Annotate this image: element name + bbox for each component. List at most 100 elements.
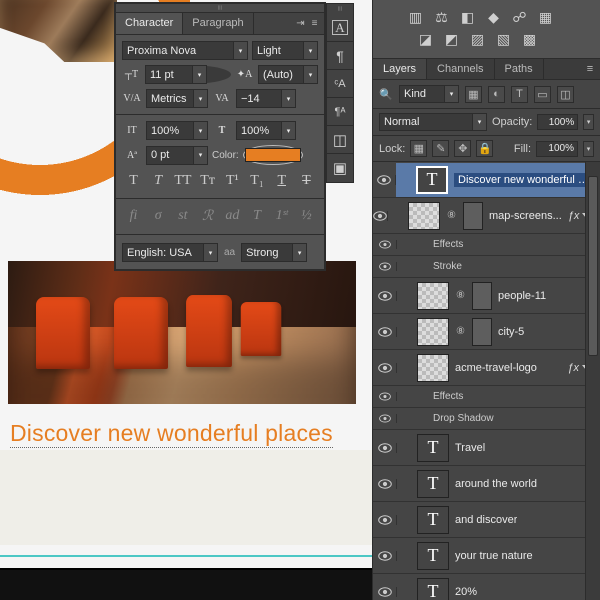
allcaps-btn[interactable]: TT [173,173,192,189]
effects-header[interactable]: Effects [373,386,600,408]
layer-name[interactable]: city-5 [498,326,524,338]
headline-text[interactable]: Discover new wonderful places [10,420,333,448]
ligatures-btn[interactable]: fi [124,208,143,225]
adjustments-icon[interactable]: ▦ [537,9,554,25]
titling-btn[interactable]: ad [223,208,242,225]
tab-paths[interactable]: Paths [495,59,544,79]
bold-btn[interactable]: T [124,173,143,189]
filter-pixel-icon[interactable]: ▦ [465,86,482,103]
strip-drag-handle[interactable] [327,4,353,14]
lock-all-icon[interactable]: 🔒 [476,140,493,157]
panel-drag-handle[interactable] [116,4,324,13]
superscript-btn[interactable]: T¹ [223,173,242,189]
layer-name[interactable]: Discover new wonderful pla... [454,173,594,187]
underline-btn[interactable]: T [272,173,291,189]
opacity-caret[interactable] [583,114,594,130]
layer-item[interactable]: Taround the world [373,466,600,502]
layer-item[interactable]: ⑧ map-screens... ƒx [373,198,600,234]
mask-thumb [472,318,492,346]
brush-icon[interactable]: ◪ [417,31,434,47]
link-icon: ⑧ [455,290,466,301]
strike-btn[interactable]: T [297,173,316,189]
antialias-select[interactable]: Strong [241,243,307,262]
libraries-icon[interactable]: ☍ [511,9,528,25]
font-size-select[interactable]: 11 pt [145,65,207,84]
ordinals-btn[interactable]: T [248,208,267,225]
tab-character[interactable]: Character [116,13,183,34]
layer-item[interactable]: T Discover new wonderful pla... [373,162,600,198]
layer-thumb [417,354,449,382]
swatches-icon[interactable]: ◆ [485,9,502,25]
paths-icon[interactable]: ▧ [495,31,512,47]
tracking-select[interactable]: −14 [236,89,296,108]
para-styles-panel-icon[interactable]: ◫ [327,126,353,154]
panel-menu-icon[interactable]: ≡ [309,18,320,29]
subscript-btn[interactable]: T₁ [248,173,267,189]
layer-item[interactable]: Tand discover [373,502,600,538]
info-icon[interactable]: ⚖ [433,9,450,25]
character-panel-icon[interactable]: A [327,14,353,42]
channels-icon[interactable]: ▨ [469,31,486,47]
aa-icon: aa [224,247,235,258]
link-icon: ⑧ [446,210,457,221]
italic-btn[interactable]: T [149,173,168,189]
half-btn[interactable]: ½ [297,208,316,225]
kerning-select[interactable]: Metrics [146,89,208,108]
panel-collapse-icon[interactable]: ⇥ [295,18,306,29]
tab-layers[interactable]: Layers [373,59,427,79]
wrap-panel-icon[interactable]: ▣ [327,154,353,182]
swash-btn[interactable]: st [173,208,192,225]
layer-item[interactable]: ⑧ city-5 [373,314,600,350]
char-styles-panel-icon[interactable]: ¶ᴬ [327,98,353,126]
language-select[interactable]: English: USA [122,243,218,262]
lock-position-icon[interactable]: ✎ [432,140,449,157]
histogram-icon[interactable]: ▥ [407,9,424,25]
filter-smart-icon[interactable]: ◫ [557,86,574,103]
text-color-swatch[interactable] [245,148,301,162]
paragraph-panel-icon[interactable]: ¶ [327,42,353,70]
filter-type-icon[interactable]: T [511,86,528,103]
visibility-toggle[interactable] [373,175,396,185]
contextual-btn[interactable]: σ [149,208,168,225]
filter-shape-icon[interactable]: ▭ [534,86,551,103]
leading-select[interactable]: (Auto) [258,65,318,84]
layer-name[interactable]: people-11 [498,290,546,302]
properties-icon[interactable]: ▩ [521,31,538,47]
filter-kind-select[interactable]: Kind [399,85,459,103]
glyphs-panel-icon[interactable]: ᶜA [327,70,353,98]
fill-caret[interactable] [583,141,594,157]
font-style-select[interactable]: Light [252,41,318,60]
font-family-select[interactable]: Proxima Nova [122,41,248,60]
fractions-btn[interactable]: 1ˢᵗ [272,208,291,225]
layer-item[interactable]: acme-travel-logo ƒx [373,350,600,386]
layer-item[interactable]: TTravel [373,430,600,466]
layers-panel-menu-icon[interactable]: ≡ [580,59,600,79]
filter-search-icon[interactable]: 🔍 [379,88,393,101]
smallcaps-btn[interactable]: Tᴛ [198,173,217,189]
tab-paragraph[interactable]: Paragraph [183,13,253,34]
filter-adjust-icon[interactable]: ◐ [488,86,505,103]
layer-name[interactable]: acme-travel-logo [455,362,537,374]
layer-item[interactable]: T20% [373,574,600,600]
effects-header[interactable]: Effects [373,234,600,256]
hscale-field[interactable]: 100% [236,121,296,140]
tab-channels[interactable]: Channels [427,59,494,79]
lock-pixels-icon[interactable]: ▦ [410,140,427,157]
font-size-icon: ┬T [122,66,141,84]
vscale-field[interactable]: 100% [146,121,208,140]
layer-name[interactable]: map-screens... [489,210,562,222]
styles-icon[interactable]: ◩ [443,31,460,47]
visibility-toggle[interactable] [373,211,388,221]
blend-mode-select[interactable]: Normal [379,113,487,131]
color-icon[interactable]: ◧ [459,9,476,25]
baseline-field[interactable]: 0 pt [146,146,208,165]
stylistic-btn[interactable]: ℛ [198,208,217,225]
layers-scrollbar[interactable] [585,162,600,600]
effect-drop-shadow[interactable]: Drop Shadow [373,408,600,430]
effect-stroke[interactable]: Stroke [373,256,600,278]
lock-move-icon[interactable]: ✥ [454,140,471,157]
fill-field[interactable]: 100% [536,141,578,157]
layer-item[interactable]: Tyour true nature [373,538,600,574]
opacity-field[interactable]: 100% [537,114,578,130]
layer-item[interactable]: ⑧ people-11 [373,278,600,314]
